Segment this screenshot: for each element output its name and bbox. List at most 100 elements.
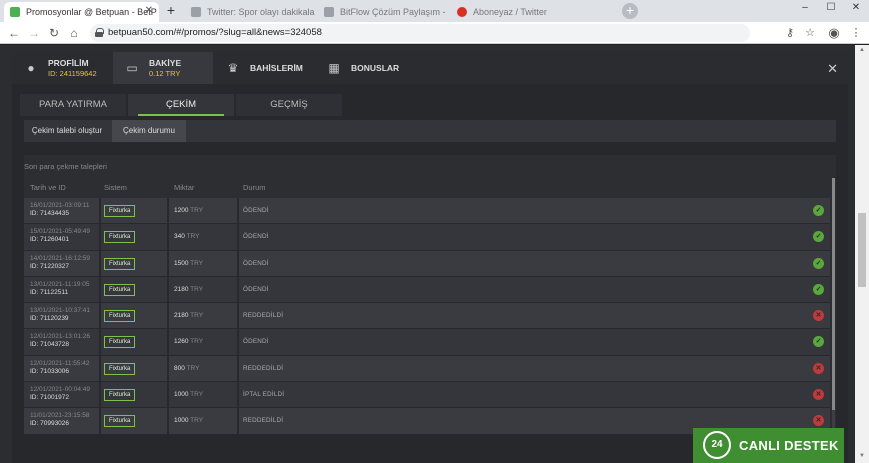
user-icon: ●	[27, 61, 35, 75]
scrollbar-thumb[interactable]	[858, 213, 866, 287]
currency-label: TRY	[186, 233, 200, 241]
table-scrollbar-thumb[interactable]	[832, 178, 835, 410]
table-scrollbar[interactable]	[832, 178, 835, 432]
tab-title: Aboneyaz / Twitter	[473, 7, 547, 17]
currency-label: TRY	[190, 207, 204, 214]
row-amount: 2180 TRY	[174, 312, 203, 319]
amount-value: 1000	[174, 417, 189, 425]
live-support-label: CANLI DESTEK	[739, 438, 839, 453]
scroll-up-icon[interactable]: ▲	[858, 47, 866, 53]
new-tab-button[interactable]: +	[622, 3, 638, 19]
x-circle-icon: ✕	[813, 310, 824, 322]
check-circle-icon: ✓	[813, 257, 824, 269]
browser-tab[interactable]: Twitter: Spor olayı dakikalarını	[185, 2, 315, 22]
tab-deposit[interactable]: PARA YATIRMA	[20, 94, 126, 116]
row-id: ID: 70993026	[30, 420, 70, 428]
lock-icon	[95, 28, 104, 37]
check-circle-icon: ✓	[813, 231, 824, 243]
star-icon[interactable]: ☆	[802, 25, 818, 41]
balance-title: BAKİYE	[149, 58, 182, 68]
system-badge: Fixturka	[104, 336, 136, 349]
page-scrollbar[interactable]: ▲ ▼	[855, 45, 869, 463]
row-id: ID: 71434435	[30, 210, 70, 217]
menu-dots-icon[interactable]: ⋮	[848, 25, 864, 41]
site-favicon-icon	[191, 7, 201, 17]
tab-withdraw[interactable]: ÇEKİM	[128, 94, 234, 116]
browser-tab-active[interactable]: Promosyonlar @ Betpuan - BetP ✕	[4, 2, 159, 22]
system-badge: Fixturka	[104, 283, 136, 296]
withdraw-action-bar: Çekim talebi oluştur Çekim durumu	[24, 120, 836, 142]
amount-value: 1260	[174, 338, 189, 346]
row-amount: 800 TRY	[174, 365, 199, 372]
currency-label: TRY	[190, 312, 204, 320]
table-row: 16/01/2021-03:09:11 ID: 71434435 Fixturka 1…	[24, 198, 830, 225]
row-id: ID: 71122511	[30, 288, 69, 296]
forward-arrow-icon[interactable]: →	[26, 25, 42, 41]
row-date: 12/01/2021-00:04:49 ID: 71001972	[30, 386, 90, 402]
withdraw-status-button[interactable]: Çekim durumu	[112, 120, 186, 142]
column-system: Sistem	[104, 183, 127, 192]
live-support-button[interactable]: 24 CANLI DESTEK	[693, 428, 844, 463]
row-datetime: 13/01/2021-10:37:41	[30, 307, 90, 315]
row-date: 11/01/2021-23:15:58 ID: 70993026	[30, 412, 90, 428]
currency-label: TRY	[190, 417, 204, 425]
reload-icon[interactable]: ↻	[46, 25, 62, 41]
column-divider	[167, 198, 169, 434]
new-tab-button[interactable]: +	[163, 3, 179, 19]
table-header: Tarih ve ID Sistem Miktar Durum	[24, 178, 830, 196]
system-badge: Fixturka	[104, 415, 136, 428]
browser-tab[interactable]: Aboneyaz / Twitter	[451, 2, 601, 22]
row-amount: 1000 TRY	[174, 417, 203, 424]
create-withdraw-request-button[interactable]: Çekim talebi oluştur	[24, 120, 110, 142]
profile-title: PROFİLİM	[48, 58, 89, 68]
currency-label: TRY	[186, 364, 200, 372]
amount-value: 2180	[174, 312, 189, 320]
tab-my-bets[interactable]: ♛ BAHİSLERİM	[214, 52, 314, 84]
support-24-icon: 24	[703, 431, 731, 459]
scroll-down-icon[interactable]: ▼	[858, 453, 866, 459]
tab-close-icon[interactable]: ✕	[145, 5, 153, 16]
amount-value: 1500	[174, 259, 189, 267]
tab-title: Promosyonlar @ Betpuan - BetP	[26, 7, 157, 17]
row-id: ID: 71043728	[30, 341, 70, 349]
status-text: REDDEDİLDİ	[243, 417, 284, 425]
currency-label: TRY	[190, 259, 204, 267]
key-icon[interactable]: ⚷	[782, 25, 798, 41]
window-close-button[interactable]: ✕	[843, 0, 869, 18]
tab-balance[interactable]: ▭ BAKİYE 0.12 TRY	[113, 52, 213, 84]
table-row: 13/01/2021-11:19:05 ID: 71122511 Fixturka 2…	[24, 276, 830, 304]
wallet-icon: ▭	[126, 61, 138, 75]
my-bets-title: BAHİSLERİM	[250, 63, 303, 73]
table-row: 12/01/2021-00:04:49 ID: 71001972 Fixturka 1…	[24, 382, 830, 409]
system-badge: Fixturka	[104, 389, 136, 402]
modal-close-button[interactable]: ✕	[827, 61, 838, 77]
tab-bonuses[interactable]: ▦ BONUSLAR	[315, 52, 419, 84]
url-input[interactable]: betpuan50.com/#/promos/?slug=all&news=32…	[90, 24, 750, 42]
row-date: 13/01/2021-11:19:05 ID: 71122511	[30, 281, 90, 297]
bonuses-title: BONUSLAR	[351, 63, 400, 73]
browser-tab-bar: Promosyonlar @ Betpuan - BetP ✕ + Twitte…	[0, 0, 869, 22]
account-header: ● PROFİLİM ID: 241159642 ▭ BAKİYE 0.12 T…	[12, 52, 848, 84]
check-circle-icon: ✓	[813, 283, 824, 295]
minimize-button[interactable]: –	[792, 0, 818, 18]
table-row: 13/01/2021-10:37:41 ID: 71120239 Fixturka 2…	[24, 303, 830, 330]
home-icon[interactable]: ⌂	[66, 25, 82, 41]
row-amount: 1260 TRY	[174, 338, 203, 345]
tab-history[interactable]: GEÇMİŞ	[236, 94, 342, 116]
profile-id: ID: 241159642	[48, 69, 97, 78]
back-arrow-icon[interactable]: ←	[6, 25, 22, 41]
check-circle-icon: ✓	[813, 336, 824, 348]
profile-avatar-icon[interactable]: ◉	[826, 25, 842, 41]
column-date: Tarih ve ID	[30, 183, 66, 192]
tab-profile[interactable]: ● PROFİLİM ID: 241159642	[12, 52, 112, 84]
row-datetime: 12/01/2021-13:01:26	[30, 333, 90, 341]
panel-title: Son para çekme talepleri	[24, 162, 107, 171]
url-text: betpuan50.com/#/promos/?slug=all&news=32…	[108, 27, 322, 38]
currency-label: TRY	[190, 338, 204, 346]
browser-tab[interactable]: BitFlow Çözüm Paylaşım - BitC	[318, 2, 448, 22]
row-date: 12/01/2021-13:01:26 ID: 71043728	[30, 333, 90, 349]
table-row: 15/01/2021-05:49:49 ID: 71260401 Fixturka 3…	[24, 224, 830, 251]
maximize-button[interactable]: ☐	[818, 0, 844, 18]
amount-value: 800	[174, 364, 185, 372]
gift-icon: ▦	[328, 61, 340, 75]
